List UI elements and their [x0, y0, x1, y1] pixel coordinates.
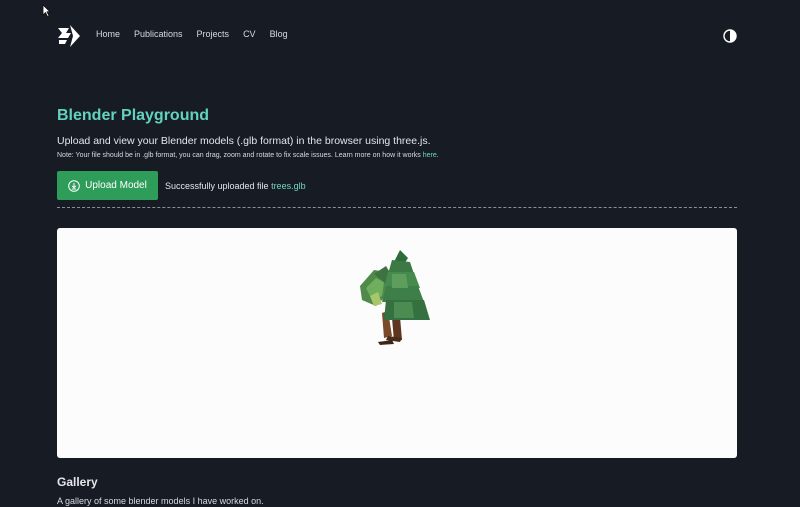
trees-model-render — [360, 250, 430, 345]
page-title: Blender Playground — [57, 107, 210, 124]
gallery-description: A gallery of some blender models I have … — [57, 496, 264, 506]
cursor-icon — [42, 4, 51, 17]
upload-button-label: Upload Model — [85, 180, 147, 191]
gallery-heading: Gallery — [57, 475, 98, 489]
format-note: Note: Your file should be in .glb format… — [57, 151, 439, 160]
nav-item-projects[interactable]: Projects — [197, 28, 230, 40]
nav-item-publications[interactable]: Publications — [134, 28, 183, 40]
note-link-here[interactable]: here — [423, 152, 437, 159]
section-divider — [57, 207, 737, 208]
nav-item-blog[interactable]: Blog — [270, 28, 288, 40]
nav-item-cv[interactable]: CV — [243, 28, 256, 40]
upload-status: Successfully uploaded file trees.glb — [165, 181, 306, 192]
logo-icon[interactable] — [57, 24, 81, 48]
download-circle-icon — [68, 179, 80, 192]
page-subtitle: Upload and view your Blender models (.gl… — [57, 135, 431, 147]
model-viewer-canvas[interactable] — [57, 228, 737, 458]
page: Home Publications Projects CV Blog Blend… — [0, 0, 800, 507]
note-text: Note: Your file should be in .glb format… — [57, 152, 423, 159]
uploaded-file-link[interactable]: trees.glb — [271, 181, 306, 191]
note-suffix: . — [436, 152, 439, 159]
nav-item-home[interactable]: Home — [96, 28, 120, 40]
contrast-icon[interactable] — [723, 29, 737, 43]
main-nav: Home Publications Projects CV Blog — [96, 28, 302, 40]
upload-status-text: Successfully uploaded file — [165, 181, 272, 191]
upload-model-button[interactable]: Upload Model — [57, 171, 158, 200]
